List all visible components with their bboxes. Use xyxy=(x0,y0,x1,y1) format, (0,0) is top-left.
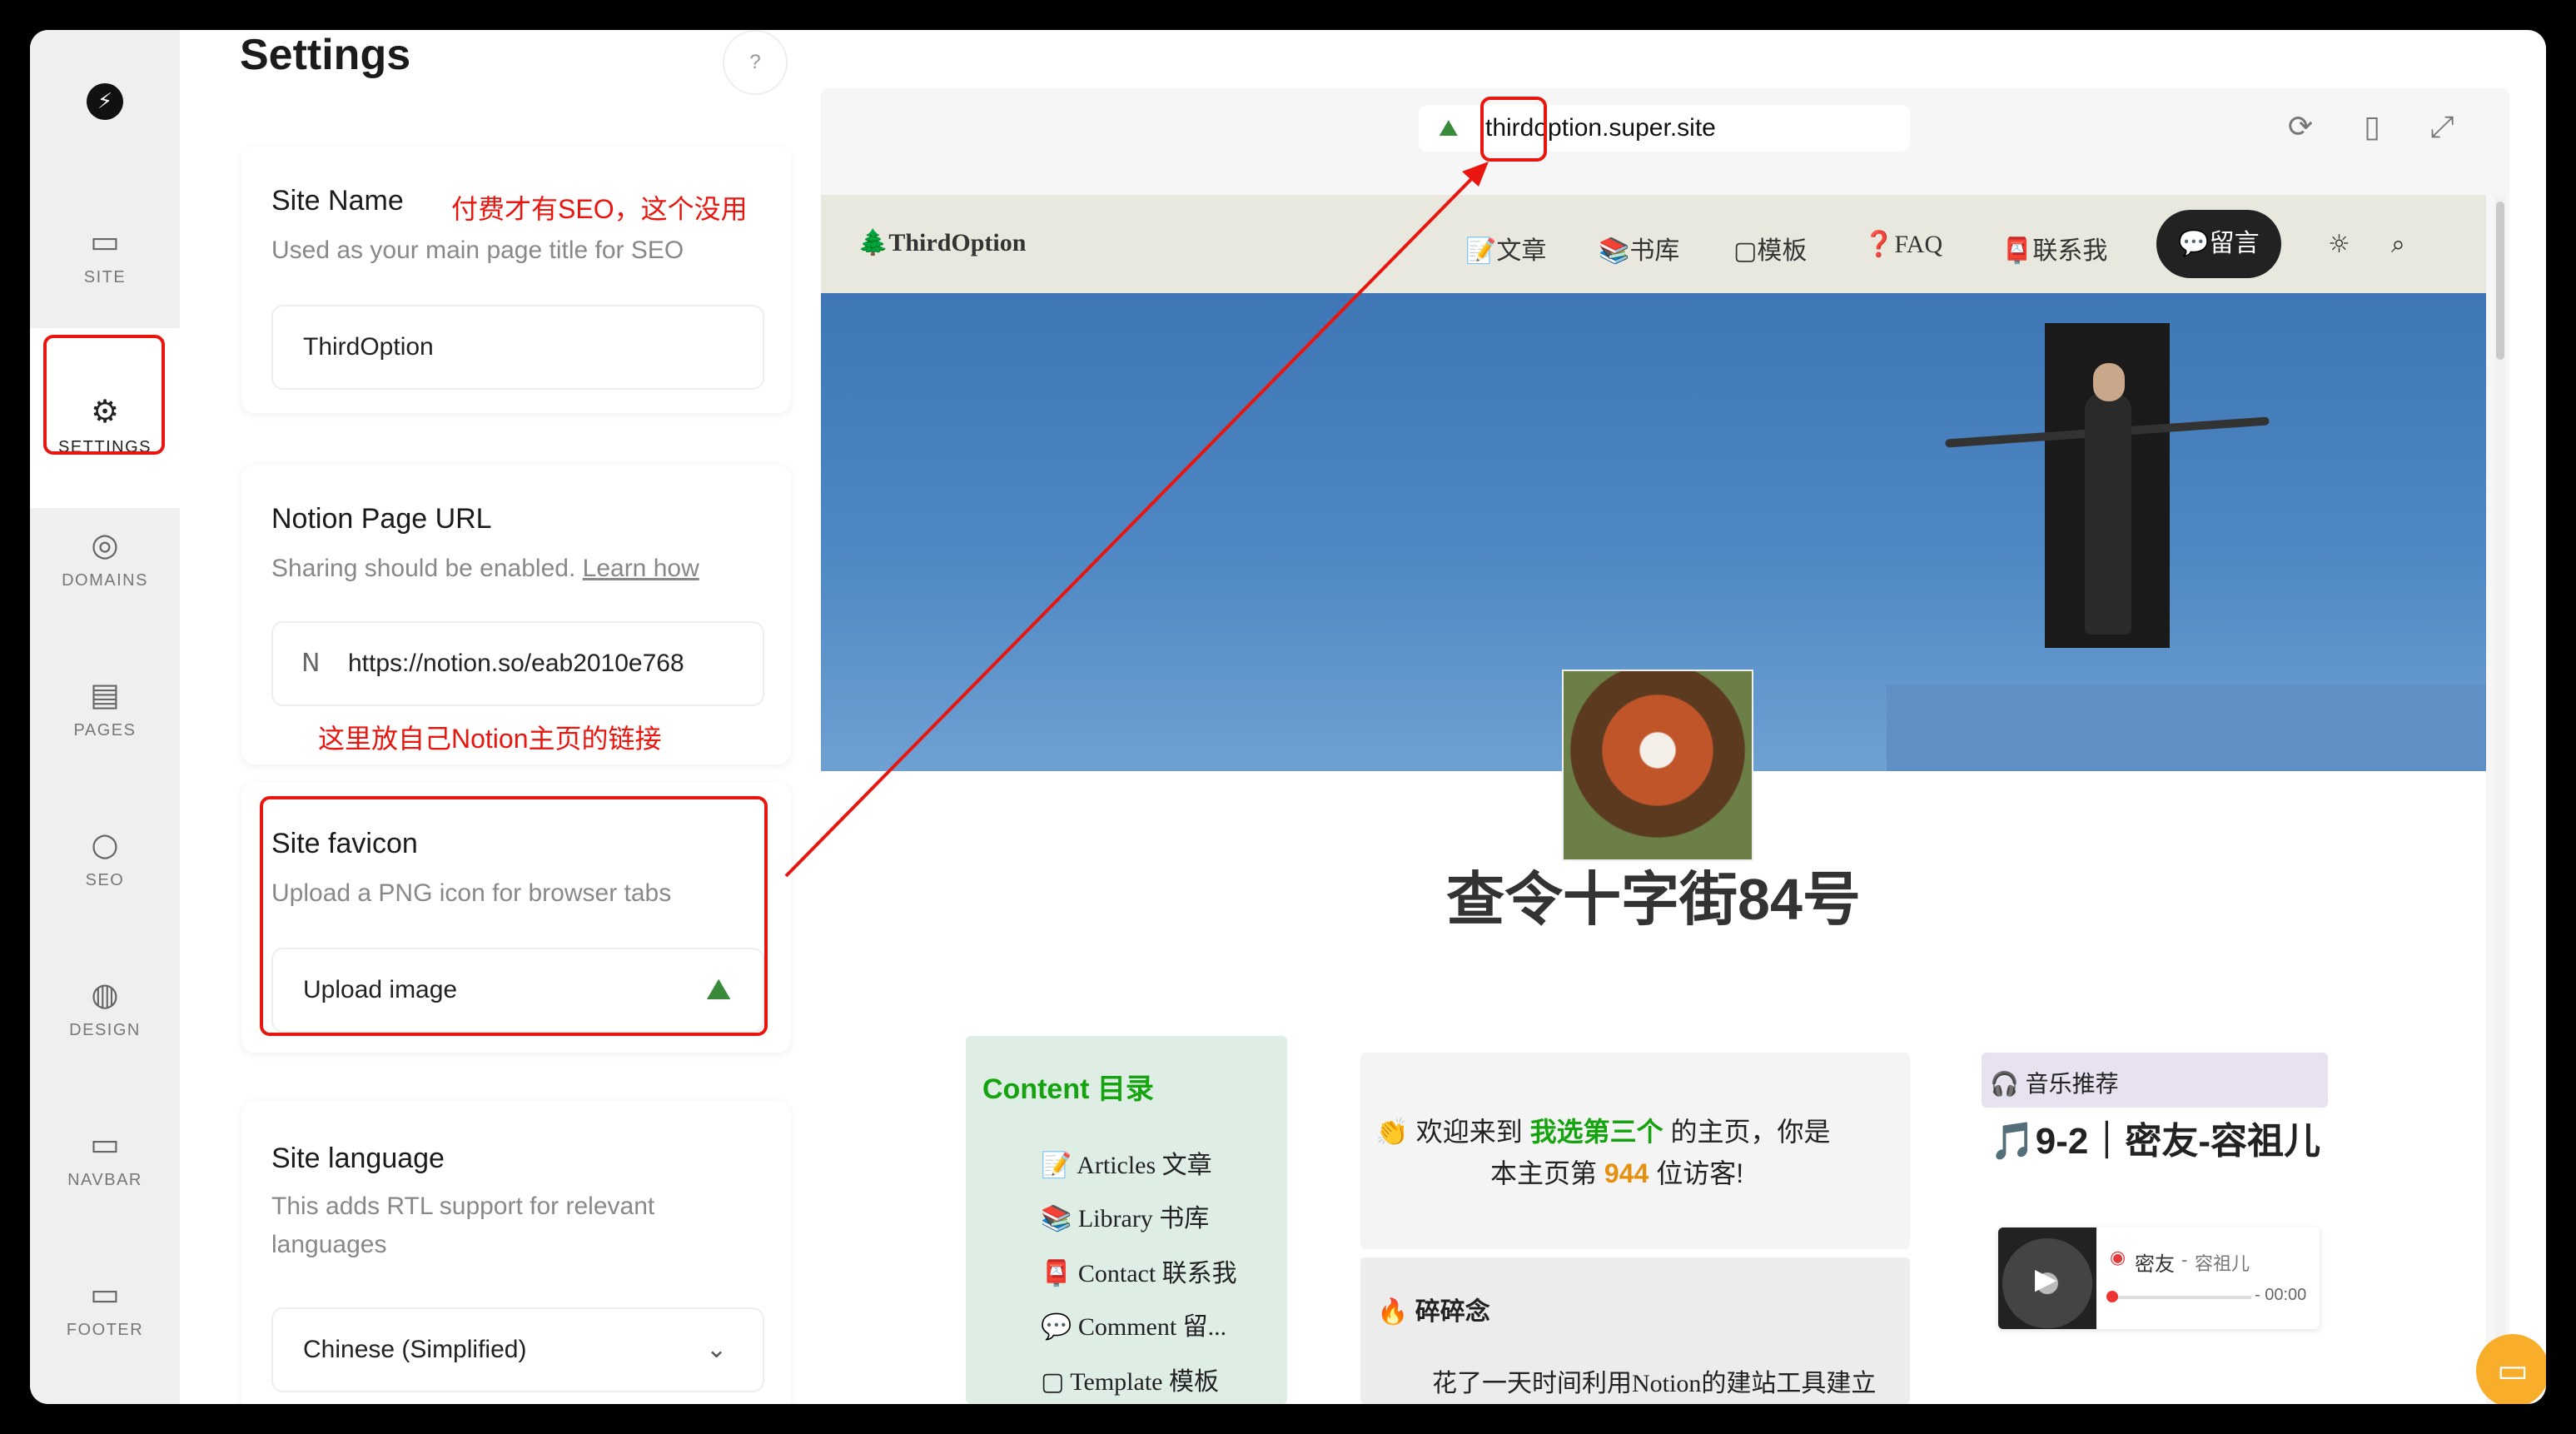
app-window: ⚡ ▭ SITE ⚙ SETTINGS ◎ DOMAINS ▤ PAGES ○ … xyxy=(30,30,2546,1404)
arrow-line xyxy=(784,168,1482,878)
chat-support-button[interactable]: ▭ xyxy=(2476,1334,2546,1404)
annotation-arrow xyxy=(784,162,1489,878)
